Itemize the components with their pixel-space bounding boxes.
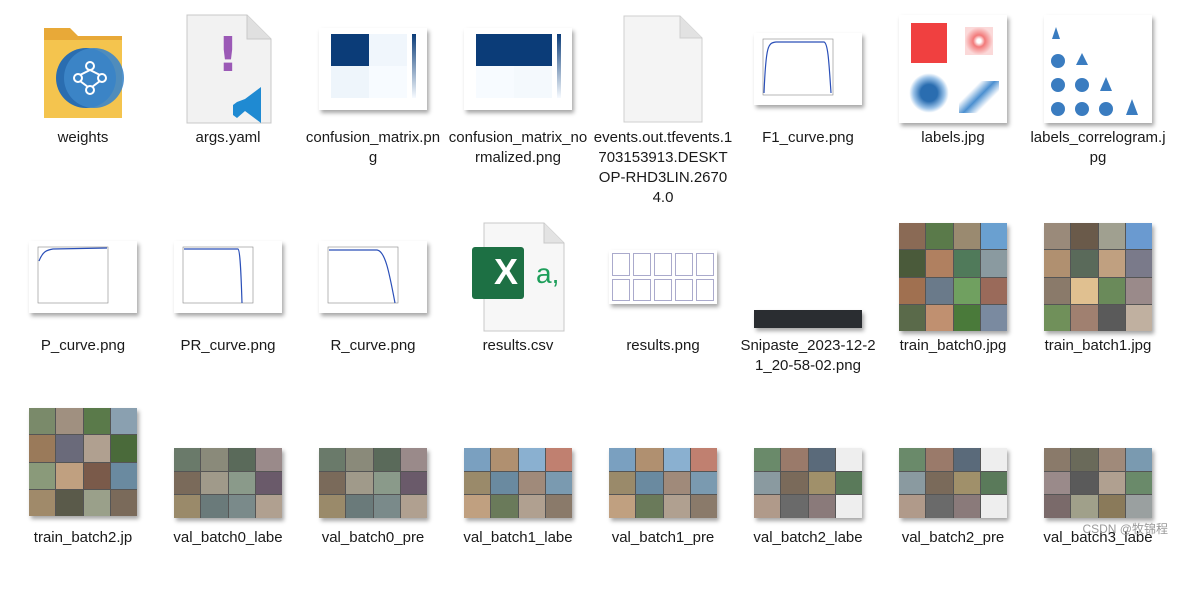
file-item-val-batch0-labels[interactable]: val_batch0_labe (158, 406, 298, 606)
correlogram-thumbnail (1028, 10, 1168, 128)
file-name: val_batch0_labe (173, 529, 283, 546)
file-item-confusion-matrix[interactable]: confusion_matrix.png (303, 10, 443, 210)
val-batch-thumbnail (883, 406, 1023, 518)
file-item-labels-correlogram[interactable]: labels_correlogram.jpg (1028, 10, 1168, 210)
val-batch-thumbnail (303, 406, 443, 518)
file-name: P_curve.png (40, 337, 126, 354)
file-item-val-batch1-pred[interactable]: val_batch1_pre (593, 406, 733, 606)
file-name: args.yaml (195, 129, 261, 146)
confusion-matrix-thumbnail (303, 10, 443, 128)
file-item-confusion-matrix-normalized[interactable]: confusion_matrix_normalized.png (448, 10, 588, 210)
file-item-snipaste[interactable]: Snipaste_2023-12-21_20-58-02.png (738, 218, 878, 418)
file-item-val-batch2-labels[interactable]: val_batch2_labe (738, 406, 878, 606)
file-name: val_batch2_pre (901, 529, 1005, 546)
file-name: R_curve.png (330, 337, 416, 354)
file-item-train-batch2[interactable]: train_batch2.jp (13, 406, 153, 606)
file-name: results.csv (482, 337, 554, 354)
file-name: confusion_matrix_normalized.png (448, 129, 588, 166)
confusion-matrix-normalized-thumbnail (448, 10, 588, 128)
file-name: F1_curve.png (762, 129, 854, 146)
file-item-f1-curve[interactable]: F1_curve.png (738, 10, 878, 210)
snipaste-thumbnail (738, 218, 878, 336)
file-name: val_batch2_labe (753, 529, 863, 546)
file-item-train-batch1[interactable]: train_batch1.jpg (1028, 218, 1168, 418)
file-name: val_batch0_pre (321, 529, 425, 546)
file-name: PR_curve.png (180, 337, 276, 354)
file-item-val-batch0-pred[interactable]: val_batch0_pre (303, 406, 443, 606)
val-batch-thumbnail (1028, 406, 1168, 518)
file-name: events.out.tfevents.1703153913.DESKTOP-R… (593, 129, 733, 206)
csv-glyph: a, (536, 258, 560, 289)
train-batch-thumbnail (13, 406, 153, 518)
file-item-val-batch3-labels[interactable]: val_batch3_labe (1028, 406, 1168, 606)
file-name: val_batch1_pre (611, 529, 715, 546)
file-name: train_batch1.jpg (1044, 337, 1152, 354)
val-batch-thumbnail (158, 406, 298, 518)
folder-icon (13, 10, 153, 128)
p-curve-thumbnail (13, 218, 153, 336)
val-batch-thumbnail (593, 406, 733, 518)
file-item-labels[interactable]: labels.jpg (883, 10, 1023, 210)
file-item-pr-curve[interactable]: PR_curve.png (158, 218, 298, 418)
file-item-p-curve[interactable]: P_curve.png (13, 218, 153, 418)
file-name: Snipaste_2023-12-21_20-58-02.png (740, 337, 876, 374)
file-name: labels.jpg (921, 129, 985, 146)
excel-glyph: X (493, 251, 518, 292)
file-item-results-png[interactable]: results.png (593, 218, 733, 418)
r-curve-thumbnail (303, 218, 443, 336)
file-name: confusion_matrix.png (305, 129, 441, 166)
val-batch-thumbnail (738, 406, 878, 518)
blank-file-icon (593, 10, 733, 128)
pr-curve-thumbnail (158, 218, 298, 336)
f1-curve-thumbnail (738, 10, 878, 128)
val-batch-thumbnail (448, 406, 588, 518)
yaml-file-icon: ! (158, 10, 298, 128)
train-batch-thumbnail (883, 218, 1023, 336)
file-name: labels_correlogram.jpg (1030, 129, 1166, 166)
excel-csv-icon: X a, (448, 218, 588, 336)
file-item-results-csv[interactable]: X a, results.csv (448, 218, 588, 418)
file-item-val-batch2-pred[interactable]: val_batch2_pre (883, 406, 1023, 606)
results-thumbnail (593, 218, 733, 336)
file-item-r-curve[interactable]: R_curve.png (303, 218, 443, 418)
labels-thumbnail (883, 10, 1023, 128)
file-item-args-yaml[interactable]: ! args.yaml (158, 10, 298, 210)
file-item-train-batch0[interactable]: train_batch0.jpg (883, 218, 1023, 418)
file-name: train_batch2.jp (33, 529, 133, 546)
file-name: results.png (626, 337, 700, 354)
file-item-val-batch1-labels[interactable]: val_batch1_labe (448, 406, 588, 606)
file-item-tfevents[interactable]: events.out.tfevents.1703153913.DESKTOP-R… (593, 10, 733, 210)
file-item-weights[interactable]: weights (13, 10, 153, 210)
watermark: CSDN @牧锦程 (1082, 522, 1168, 536)
file-name: weights (57, 129, 109, 146)
file-name: train_batch0.jpg (899, 337, 1007, 354)
file-name: val_batch1_labe (463, 529, 573, 546)
svg-text:!: ! (217, 27, 239, 83)
train-batch-thumbnail (1028, 218, 1168, 336)
